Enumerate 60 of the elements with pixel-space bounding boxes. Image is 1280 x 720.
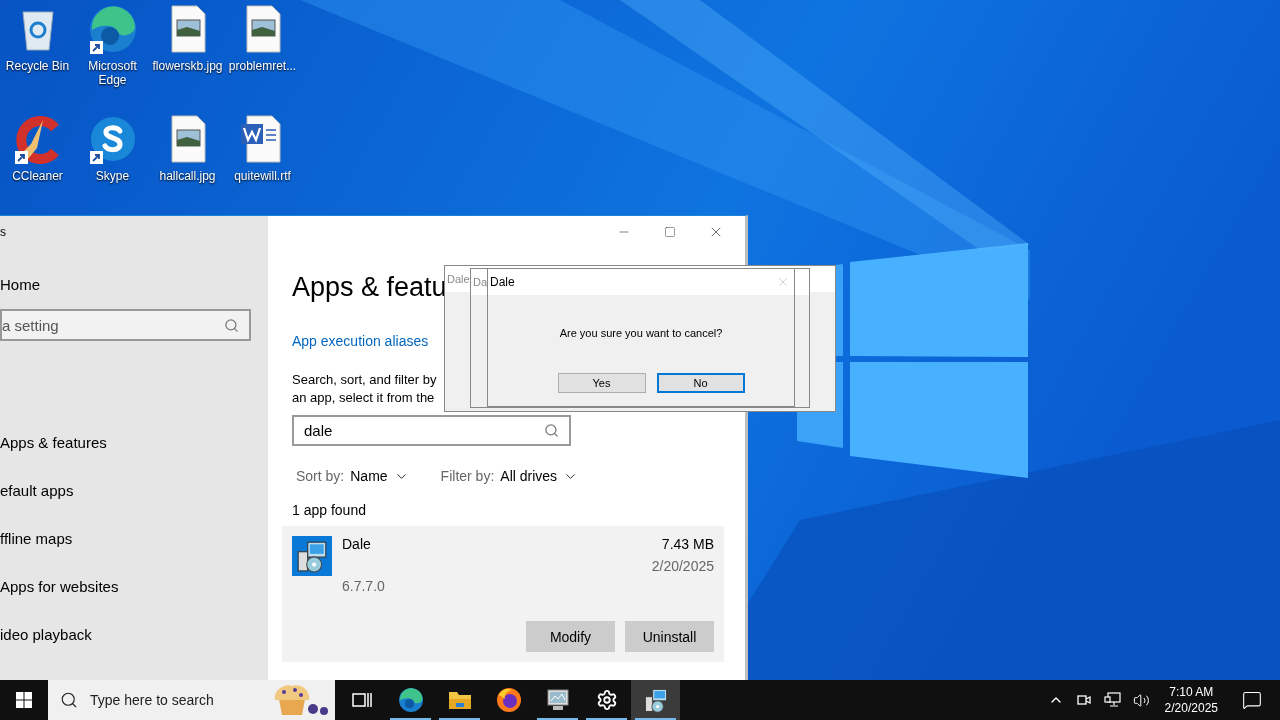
settings-icon — [595, 689, 618, 711]
sidebar-item[interactable]: efault apps — [0, 466, 268, 514]
no-button[interactable]: No — [656, 373, 745, 393]
dialog-title: Da — [473, 276, 488, 288]
desktop-icon-label[interactable]: CCleaner — [0, 169, 75, 183]
search-icon — [60, 691, 78, 709]
sidebar-item[interactable]: Apps & features — [0, 418, 268, 466]
yes-button[interactable]: Yes — [557, 373, 646, 393]
modify-button[interactable]: Modify — [526, 621, 615, 652]
dialog-title: Dale — [490, 275, 515, 289]
desktop-icon-label[interactable]: flowerskb.jpg — [150, 59, 225, 73]
edge-icon — [87, 4, 138, 54]
desktop-icon-label[interactable]: Skype — [75, 169, 150, 183]
page-title: Apps & featu — [292, 272, 447, 303]
installer-icon — [642, 687, 669, 713]
sidebar-item[interactable]: Apps for websites — [0, 562, 268, 610]
app-count: 1 app found — [292, 502, 367, 518]
monitor-icon — [544, 688, 571, 712]
desktop-icon-label[interactable]: Recycle Bin — [0, 59, 75, 73]
windows-logo-icon — [16, 692, 32, 708]
network-icon — [1103, 692, 1121, 708]
notification-icon — [1242, 690, 1262, 710]
camera-icon — [1075, 692, 1092, 708]
app-name: Dale — [342, 536, 372, 552]
home-link[interactable]: Home — [0, 276, 268, 293]
taskbar-search-field[interactable]: Type here to search — [48, 680, 335, 720]
task-view-icon — [351, 691, 372, 709]
speaker-icon — [1132, 691, 1150, 709]
app-search-field[interactable]: dale — [292, 415, 571, 446]
running-indicator — [586, 718, 627, 720]
folder-icon — [447, 689, 472, 711]
sidebar-item[interactable]: ffline maps — [0, 514, 268, 562]
sort-dropdown[interactable]: Sort by: Name — [296, 468, 409, 484]
edge-icon — [397, 687, 424, 713]
dialog-title: Dale — [447, 273, 470, 285]
firefox-icon — [495, 687, 522, 713]
settings-search-field[interactable]: a setting — [0, 309, 251, 341]
window-title: s — [0, 225, 7, 239]
search-icon — [224, 317, 239, 333]
dialog-message: Are you sure you want to cancel? — [559, 327, 723, 339]
desktop-icon-label[interactable]: quitewill.rtf — [225, 169, 300, 183]
filter-dropdown[interactable]: Filter by: All drives — [440, 468, 579, 484]
running-indicator — [390, 718, 431, 720]
running-indicator — [439, 718, 480, 720]
desktop-icon-label[interactable]: hallcall.jpg — [150, 169, 225, 183]
app-card[interactable]: Dale 6.7.7.0 7.43 MB 2/20/2025 Modify Uninstall — [282, 526, 724, 662]
app-date: 2/20/2025 — [651, 558, 714, 574]
taskbar-app-button[interactable] — [631, 680, 680, 720]
search-icon — [544, 423, 559, 438]
app-version: 6.7.7.0 — [342, 578, 386, 594]
app-size: 7.43 MB — [661, 536, 714, 552]
running-indicator — [635, 718, 676, 720]
uninstall-button[interactable]: Uninstall — [625, 621, 714, 652]
running-indicator — [537, 718, 578, 720]
maximize-icon — [664, 226, 676, 238]
sidebar-item[interactable]: ideo playback — [0, 610, 268, 658]
clock[interactable]: 7:10 AM 2/20/2025 — [1158, 684, 1224, 716]
desktop-icon-label[interactable]: problemret... — [225, 59, 300, 73]
description-text: Search, sort, and filter by an app, select it from the — [292, 371, 437, 407]
desktop-icon-label[interactable]: Microsoft Edge — [75, 59, 150, 87]
